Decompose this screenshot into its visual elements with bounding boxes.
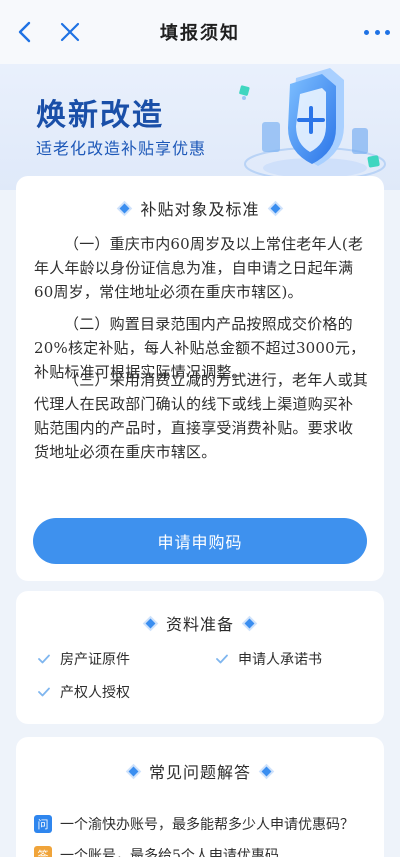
subsidy-section-title: 补贴对象及标准 [140, 200, 260, 219]
diamond-icon [270, 203, 280, 213]
diamond-icon [244, 618, 255, 628]
banner-title: 焕新改造 [36, 98, 164, 133]
documents-section-title: 资料准备 [165, 615, 234, 634]
document-item-label: 房产证原件 [60, 652, 130, 668]
documents-section-header: 资料准备 [16, 611, 384, 635]
diamond-icon [261, 766, 272, 776]
check-icon [38, 654, 50, 664]
subsidy-card: 补贴对象及标准 （一）重庆市内60周岁及以上常住老年人(老年人年龄以身份证信息为… [16, 176, 384, 581]
more-dots-icon[interactable] [364, 20, 390, 44]
subsidy-paragraph-1: （一）重庆市内60周岁及以上常住老年人(老年人年龄以身份证信息为准，自申请之日起… [34, 235, 364, 301]
faq-answer: 答 一个账号，最多给5个人申请优惠码 [34, 845, 279, 857]
banner: 焕新改造 适老化改造补贴享优惠 [0, 64, 400, 190]
diamond-icon [145, 618, 156, 628]
faq-section-title: 常见问题解答 [148, 763, 251, 782]
check-icon [38, 687, 50, 697]
banner-subtitle: 适老化改造补贴享优惠 [36, 139, 207, 158]
check-icon [216, 654, 228, 664]
document-item-label: 申请人承诺书 [238, 652, 322, 668]
close-icon[interactable] [58, 20, 82, 44]
faq-question[interactable]: 问 一个渝快办账号，最多能帮多少人申请优惠码？ [34, 814, 354, 834]
faq-answer-text: 一个账号，最多给5个人申请优惠码 [60, 848, 279, 857]
faq-question-text: 一个渝快办账号，最多能帮多少人申请优惠码？ [60, 817, 354, 833]
document-item: 申请人承诺书 [216, 649, 322, 669]
apply-code-button[interactable]: 申请申购码 [33, 518, 367, 564]
page-title: 填报须知 [160, 23, 240, 44]
document-item: 产权人授权 [38, 682, 130, 702]
chevron-left-icon[interactable] [14, 20, 38, 44]
subsidy-section-header: 补贴对象及标准 [16, 196, 384, 220]
document-item: 房产证原件 [38, 649, 130, 669]
documents-card: 资料准备 房产证原件 申请人承诺书 产权人授权 [16, 591, 384, 724]
faq-card: 常见问题解答 问 一个渝快办账号，最多能帮多少人申请优惠码？ 答 一个账号，最多… [16, 737, 384, 857]
document-item-label: 产权人授权 [60, 685, 130, 701]
question-badge: 问 [34, 815, 52, 833]
diamond-icon [120, 203, 130, 213]
navbar: 填报须知 [0, 0, 400, 64]
answer-badge: 答 [34, 846, 52, 857]
diamond-icon [128, 766, 139, 776]
subsidy-paragraph-3: （三）采用消费立减的方式进行，老年人或其代理人在民政部门确认的线下或线上渠道购买… [34, 371, 369, 461]
faq-section-header: 常见问题解答 [16, 759, 384, 783]
